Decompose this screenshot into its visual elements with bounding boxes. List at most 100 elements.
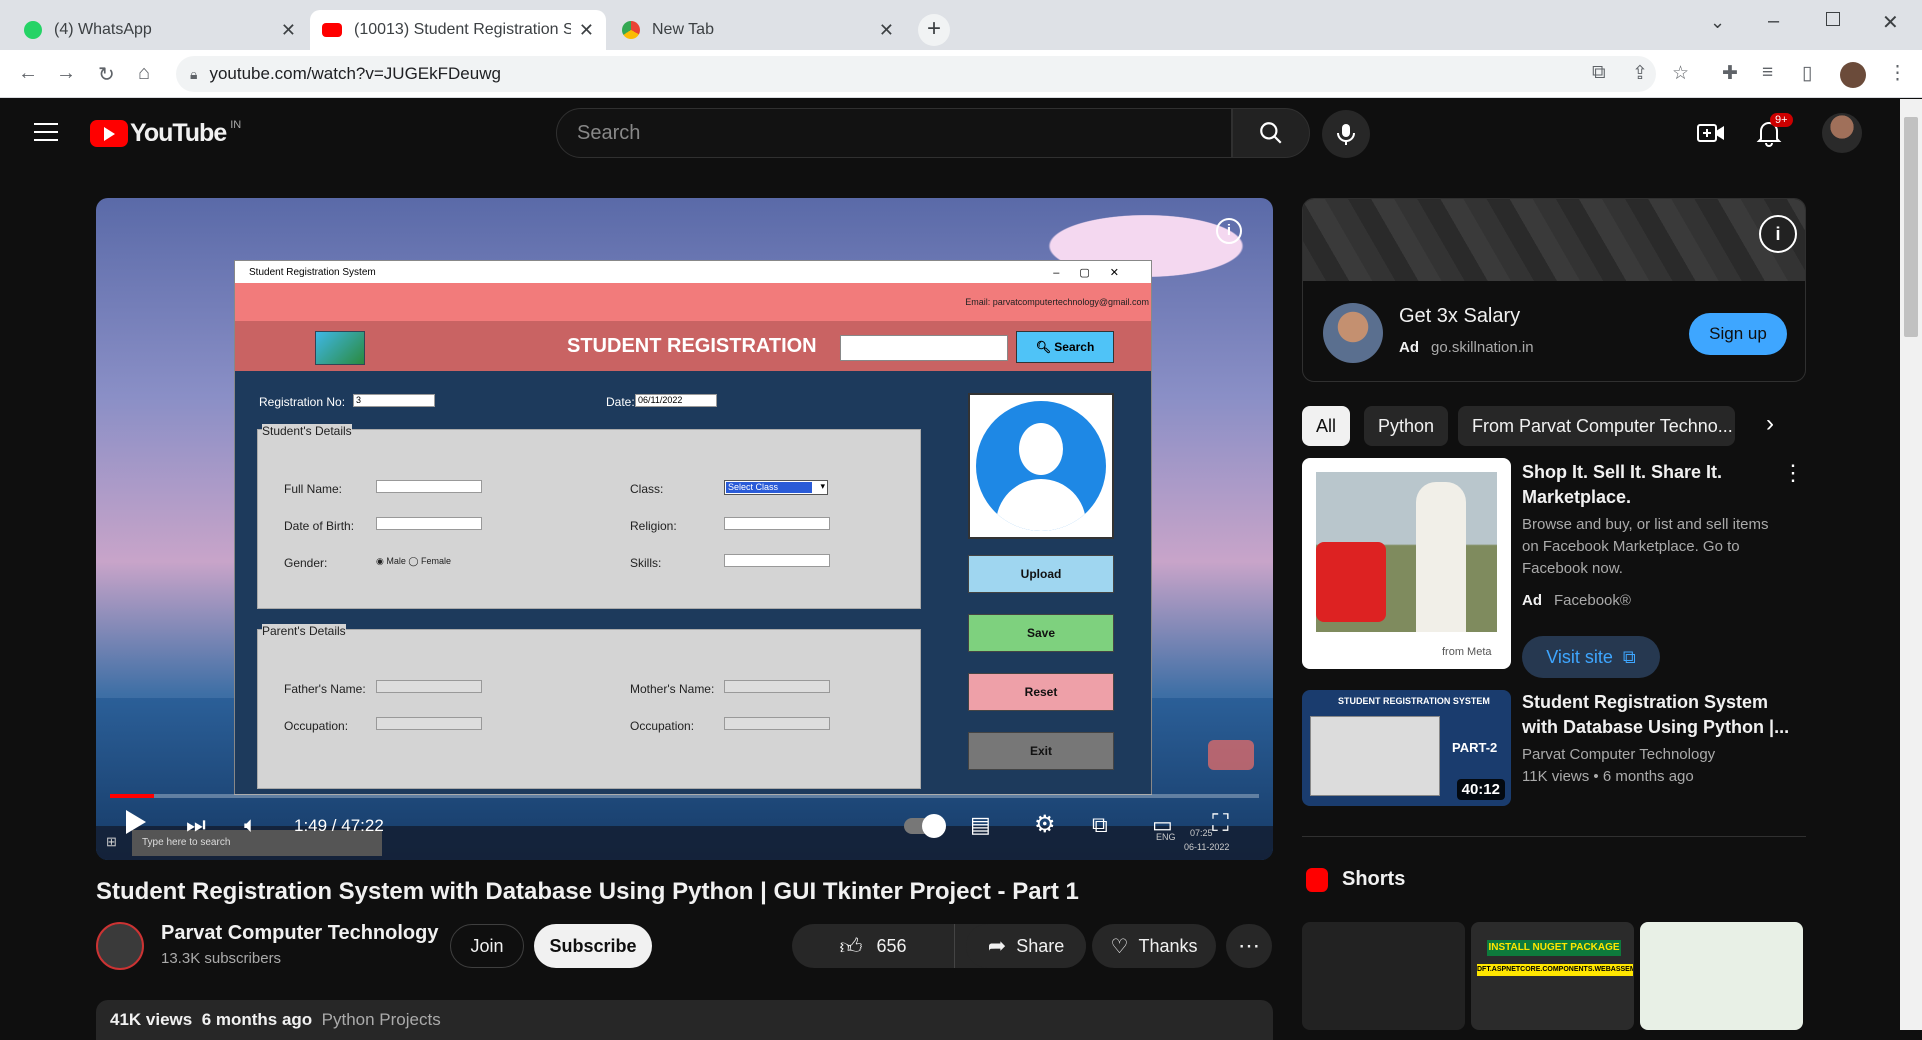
search-input[interactable]: Search: [556, 108, 1232, 158]
rec-ad-label: Ad: [1522, 592, 1542, 609]
rec-more-vertical-icon[interactable]: ⋮: [1782, 460, 1804, 486]
open-in-app-icon[interactable]: ⧉: [1592, 62, 1606, 84]
view-count: 41K views: [110, 1010, 193, 1029]
video-time: 1:49 / 47:22: [294, 816, 384, 835]
restore-button[interactable]: [1826, 12, 1840, 26]
share-button[interactable]: ➦ Share: [966, 924, 1086, 968]
ad-signup-label: Sign up: [1709, 324, 1767, 343]
channel-watermark-icon: [1208, 740, 1254, 770]
autoplay-toggle[interactable]: [904, 814, 946, 838]
media-control-icon[interactable]: ≡: [1762, 62, 1773, 84]
video-player[interactable]: i Student Registration System –▢✕ Email:…: [96, 198, 1273, 860]
rec-video-thumbnail[interactable]: STUDENT REGISTRATION SYSTEM PART-2 40:12: [1302, 690, 1511, 806]
chip-from-channel[interactable]: From Parvat Computer Techno...: [1458, 406, 1735, 446]
chip-python[interactable]: Python: [1364, 406, 1449, 446]
rec-ad-title[interactable]: Shop It. Sell It. Share It. Marketplace.: [1522, 460, 1722, 510]
share-arrow-icon: ➦: [987, 933, 1007, 958]
tab-whatsapp[interactable]: (4) WhatsApp ✕: [12, 10, 308, 50]
forward-arrow-icon[interactable]: →: [56, 62, 76, 85]
settings-gear-icon[interactable]: ⚙︎: [1034, 810, 1056, 839]
ad-card[interactable]: i Get 3x Salary Ad go.skillnation.in Sig…: [1302, 198, 1806, 382]
rec-video-channel[interactable]: Parvat Computer Technology: [1522, 746, 1715, 763]
ad-info-icon[interactable]: i: [1759, 215, 1797, 253]
rec-ad-title-line: Marketplace.: [1522, 487, 1632, 507]
ad-signup-button[interactable]: Sign up: [1689, 313, 1787, 355]
class-select: Select Class ▾: [724, 480, 828, 495]
logo-text: YouTube: [130, 119, 227, 147]
home-icon[interactable]: ⌂: [138, 62, 150, 85]
close-window-button[interactable]: ✕: [1882, 10, 1899, 35]
scrollbar-thumb[interactable]: [1904, 117, 1918, 337]
tab-youtube[interactable]: (10013) Student Registration Syst ✕: [310, 10, 606, 50]
info-icon[interactable]: i: [1216, 218, 1242, 244]
date-label: Date:: [606, 395, 635, 409]
theater-mode-icon[interactable]: ▭: [1152, 812, 1173, 838]
minimize-button[interactable]: –: [1768, 10, 1779, 33]
reload-icon[interactable]: ↻: [98, 62, 115, 87]
kebab-menu-icon[interactable]: ⋮: [1888, 62, 1907, 85]
app-header: STUDENT REGISTRATION 🔍︎ Search: [235, 321, 1151, 371]
short-item[interactable]: INSTALL NUGET PACKAGE DFT.ASPNETCORE.COM…: [1471, 922, 1634, 1030]
share-icon[interactable]: ⇪: [1632, 62, 1648, 85]
short-item[interactable]: [1640, 922, 1803, 1030]
channel-avatar[interactable]: [96, 922, 144, 970]
close-tab-icon[interactable]: ✕: [879, 20, 894, 41]
tab-new-tab[interactable]: New Tab ✕: [610, 10, 906, 50]
subtitles-icon[interactable]: ▤: [970, 812, 991, 838]
rec-ad-thumbnail[interactable]: from Meta: [1302, 458, 1511, 669]
back-arrow-icon[interactable]: ←: [18, 62, 38, 85]
description-box[interactable]: 41K views 6 months ago Python Projects: [96, 1000, 1273, 1040]
page-scrollbar[interactable]: [1900, 99, 1922, 1030]
close-tab-icon[interactable]: ✕: [579, 20, 594, 41]
shorts-heading: Shorts: [1342, 868, 1406, 890]
whatsapp-icon: [24, 21, 42, 39]
fullscreen-icon[interactable]: ⛶: [1212, 810, 1229, 838]
play-icon[interactable]: [126, 810, 146, 834]
volume-icon[interactable]: 🔈︎: [244, 812, 257, 838]
reg-no-value: 3: [356, 395, 362, 405]
rec-video-title[interactable]: Student Registration System with Databas…: [1522, 690, 1789, 740]
more-horizontal-icon: ⋯: [1238, 933, 1260, 958]
subscribe-button[interactable]: Subscribe: [534, 924, 652, 968]
rec-ad-desc: Browse and buy, or list and sell items o…: [1522, 514, 1769, 580]
join-button[interactable]: Join: [450, 924, 524, 968]
user-avatar-icon: [976, 401, 1106, 531]
more-actions-button[interactable]: ⋯: [1226, 924, 1272, 968]
close-tab-icon[interactable]: ✕: [281, 20, 296, 41]
search-button[interactable]: [1232, 108, 1310, 158]
hamburger-menu-icon[interactable]: [34, 123, 58, 141]
side-panel-icon[interactable]: ▯: [1802, 62, 1812, 85]
visit-site-button[interactable]: Visit site ⧉: [1522, 636, 1660, 678]
new-tab-button[interactable]: +: [918, 14, 950, 46]
like-button[interactable]: 👍︎ 656: [792, 924, 954, 968]
profile-avatar[interactable]: [1840, 62, 1866, 88]
extensions-icon[interactable]: ✚: [1722, 62, 1738, 85]
rec-ad-title-line: Shop It. Sell It. Share It.: [1522, 462, 1723, 482]
channel-name[interactable]: Parvat Computer Technology: [161, 922, 438, 945]
chip-all[interactable]: All: [1302, 406, 1351, 446]
mother-name-field: [724, 680, 830, 693]
notifications-button[interactable]: 9+: [1756, 113, 1793, 152]
create-video-button[interactable]: [1696, 121, 1726, 150]
date-field: 06/11/2022: [635, 394, 717, 407]
tab-search-chevron-icon[interactable]: ⌄: [1710, 12, 1725, 33]
bookmark-star-icon[interactable]: ☆: [1672, 62, 1689, 85]
account-avatar[interactable]: [1822, 113, 1862, 153]
next-video-icon[interactable]: ⏭︎: [186, 812, 206, 838]
gender-label: Gender:: [284, 556, 328, 570]
short-item[interactable]: [1302, 922, 1465, 1030]
video-tag[interactable]: Python Projects: [322, 1010, 441, 1029]
dropdown-arrow-icon: ▾: [820, 481, 825, 491]
progress-bar[interactable]: [110, 794, 1259, 798]
miniplayer-icon[interactable]: ⧉: [1092, 812, 1108, 838]
tab-title: (10013) Student Registration Syst: [354, 21, 571, 38]
video-title: Student Registration System with Databas…: [96, 878, 1079, 905]
url-field[interactable]: 🔒︎ youtube.com/watch?v=JUGEkFDeuwg: [176, 56, 1656, 92]
chip-label: Python: [1378, 415, 1435, 436]
thanks-label: Thanks: [1138, 935, 1198, 956]
thanks-button[interactable]: ♡ Thanks: [1092, 924, 1216, 968]
youtube-logo[interactable]: YouTube IN: [90, 119, 241, 148]
voice-search-button[interactable]: [1322, 110, 1370, 158]
chip-next-chevron-icon[interactable]: ›: [1766, 410, 1774, 438]
rec-ad-desc-line: on Facebook Marketplace. Go to: [1522, 538, 1740, 555]
